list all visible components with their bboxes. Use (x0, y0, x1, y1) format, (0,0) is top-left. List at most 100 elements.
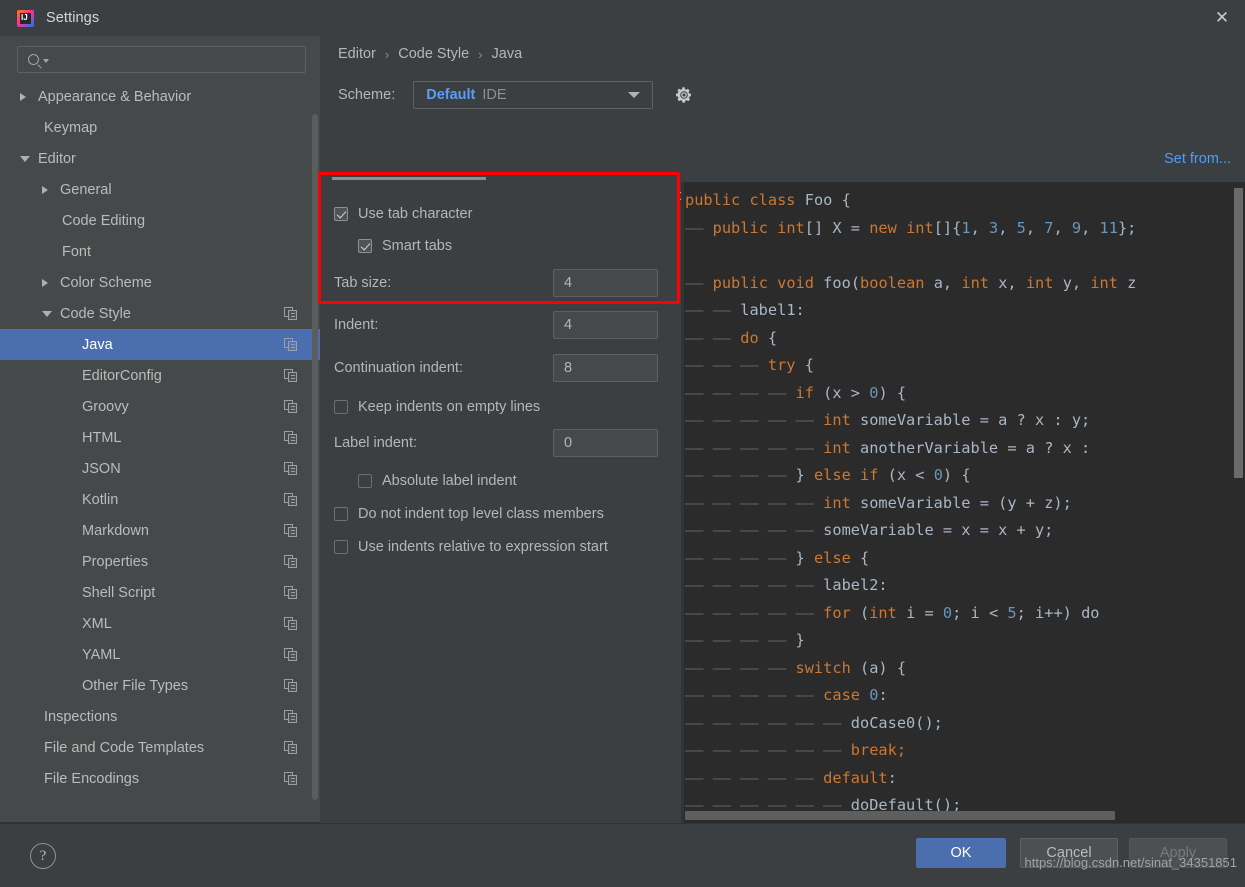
code-preview-text: public class Foo {—— public int[] X = ne… (685, 187, 1136, 820)
input-label-indent[interactable]: 0 (553, 429, 658, 457)
copy-scheme-icon[interactable] (284, 492, 298, 507)
code-line: —— —— —— —— switch (a) { (685, 658, 907, 677)
input-tab-size[interactable]: 4 (553, 269, 658, 297)
checkbox-keep-indents-on-empty-lines[interactable] (334, 400, 348, 414)
sidebar-item-color-scheme[interactable]: Color Scheme (0, 267, 320, 298)
copy-scheme-icon[interactable] (284, 461, 298, 476)
input-continuation-indent[interactable]: 8 (553, 354, 658, 382)
sidebar-item-label: Color Scheme (60, 274, 152, 291)
chevron-down-icon[interactable] (42, 310, 52, 317)
checkbox-row-use-tab-character[interactable]: Use tab character (320, 198, 680, 230)
checkbox-use-indents-relative-to-expression-start[interactable] (334, 540, 348, 554)
code-line: —— —— do { (685, 328, 778, 347)
ok-button[interactable]: OK (916, 838, 1006, 868)
code-line: —— —— —— —— } else if (x < 0) { (685, 466, 971, 484)
copy-scheme-icon[interactable] (284, 647, 298, 662)
sidebar-item-keymap[interactable]: Keymap (0, 112, 320, 143)
breadcrumb-item-code-style[interactable]: Code Style (398, 46, 469, 62)
sidebar-item-yaml[interactable]: YAML (0, 639, 320, 670)
sidebar-scrollbar[interactable] (312, 114, 318, 800)
checkbox-absolute-label-indent[interactable] (358, 474, 372, 488)
set-from-link[interactable]: Set from... (1164, 151, 1231, 167)
chevron-right-icon[interactable] (42, 185, 48, 194)
search-input[interactable] (17, 46, 306, 73)
copy-scheme-icon[interactable] (284, 771, 298, 786)
code-line: —— —— —— —— —— case 0: (685, 686, 888, 704)
sidebar-item-font[interactable]: Font (0, 236, 320, 267)
checkbox-smart-tabs[interactable] (358, 239, 372, 253)
chevron-right-icon[interactable] (20, 92, 26, 101)
sidebar-item-other-file-types[interactable]: Other File Types (0, 670, 320, 701)
checkbox-row-absolute-label-indent[interactable]: Absolute label indent (320, 465, 680, 497)
sidebar-item-label: Code Editing (62, 212, 146, 229)
copy-scheme-icon[interactable] (284, 585, 298, 600)
preview-vertical-scrollbar[interactable] (1234, 188, 1243, 478)
scheme-label: Scheme: (338, 87, 396, 103)
sidebar-item-appearance-behavior[interactable]: Appearance & Behavior (0, 81, 320, 112)
sidebar-item-json[interactable]: JSON (0, 453, 320, 484)
sidebar-item-xml[interactable]: XML (0, 608, 320, 639)
code-line: —— —— —— —— —— default: (685, 768, 897, 787)
code-line: —— —— —— —— —— int anotherVariable = a ?… (685, 438, 1100, 457)
checkbox-use-tab-character[interactable] (334, 207, 348, 221)
chevron-down-icon[interactable] (20, 155, 30, 162)
sidebar-item-groovy[interactable]: Groovy (0, 391, 320, 422)
preview-horizontal-scrollbar[interactable] (685, 811, 1115, 820)
copy-scheme-icon[interactable] (284, 554, 298, 569)
tabs-and-indents-options: Use tab character Smart tabs Tab size: 4 Ind… (320, 182, 680, 823)
breadcrumb-item-java[interactable]: Java (492, 46, 523, 62)
code-line: —— —— —— —— —— —— doCase0(); (685, 713, 943, 732)
sidebar-item-label: Groovy (82, 398, 129, 415)
checkbox-do-not-indent-top-level-class-members[interactable] (334, 507, 348, 521)
help-button[interactable]: ? (30, 843, 56, 869)
chevron-right-icon[interactable] (42, 278, 48, 287)
sidebar-item-editor[interactable]: Editor (0, 143, 320, 174)
checkbox-label: Use indents relative to expression start (358, 539, 608, 555)
copy-scheme-icon[interactable] (284, 399, 298, 414)
copy-scheme-icon[interactable] (284, 430, 298, 445)
sidebar-item-label: HTML (82, 429, 122, 446)
sidebar-item-html[interactable]: HTML (0, 422, 320, 453)
sidebar-item-general[interactable]: General (0, 174, 320, 205)
checkbox-row-use-indents-relative-to-expression-start[interactable]: Use indents relative to expression start (320, 531, 680, 563)
sidebar-item-label: YAML (82, 646, 121, 663)
code-line: —— —— label1: (685, 301, 805, 319)
sidebar-item-label: Editor (38, 150, 76, 167)
sidebar-item-code-style[interactable]: Code Style (0, 298, 320, 329)
checkbox-row-keep-indents-on-empty-lines[interactable]: Keep indents on empty lines (320, 391, 680, 423)
close-icon[interactable]: ✕ (1199, 0, 1245, 36)
sidebar-item-shell-script[interactable]: Shell Script (0, 577, 320, 608)
sidebar-item-editorconfig[interactable]: EditorConfig (0, 360, 320, 391)
breadcrumb-separator: › (478, 46, 483, 62)
copy-scheme-icon[interactable] (284, 368, 298, 383)
sidebar-item-code-editing[interactable]: Code Editing (0, 205, 320, 236)
copy-scheme-icon[interactable] (284, 337, 298, 352)
code-line: —— —— —— —— —— int someVariable = (y + z… (685, 493, 1072, 512)
sidebar-item-inspections[interactable]: Inspections (0, 701, 320, 732)
checkbox-label: Use tab character (358, 206, 473, 222)
title-bar: IJ Settings ✕ (0, 0, 1245, 36)
breadcrumb-item-editor[interactable]: Editor (338, 46, 376, 62)
sidebar-item-file-encodings[interactable]: File Encodings (0, 763, 320, 789)
copy-scheme-icon[interactable] (284, 740, 298, 755)
sidebar-item-markdown[interactable]: Markdown (0, 515, 320, 546)
copy-scheme-icon[interactable] (284, 709, 298, 724)
sidebar-item-kotlin[interactable]: Kotlin (0, 484, 320, 515)
copy-scheme-icon[interactable] (284, 678, 298, 693)
checkbox-row-smart-tabs[interactable]: Smart tabs (320, 230, 680, 262)
sidebar-item-java[interactable]: Java (0, 329, 320, 360)
copy-scheme-icon[interactable] (284, 306, 298, 321)
sidebar-item-properties[interactable]: Properties (0, 546, 320, 577)
field-label: Label indent: (334, 435, 418, 451)
code-line: —— —— —— —— —— for (int i = 0; i < 5; i+… (685, 603, 1100, 622)
copy-scheme-icon[interactable] (284, 616, 298, 631)
input-indent[interactable]: 4 (553, 311, 658, 339)
checkbox-label: Keep indents on empty lines (358, 399, 541, 415)
checkbox-row-do-not-indent-top-level-class-members[interactable]: Do not indent top level class members (320, 498, 680, 530)
scheme-select[interactable]: Default IDE (413, 81, 654, 109)
code-preview[interactable]: public class Foo {—— public int[] X = ne… (681, 182, 1245, 823)
gear-icon[interactable] (675, 86, 693, 104)
copy-scheme-icon[interactable] (284, 523, 298, 538)
watermark-text: https://blog.csdn.net/sinat_34351851 (1024, 855, 1238, 870)
sidebar-item-file-and-code-templates[interactable]: File and Code Templates (0, 732, 320, 763)
